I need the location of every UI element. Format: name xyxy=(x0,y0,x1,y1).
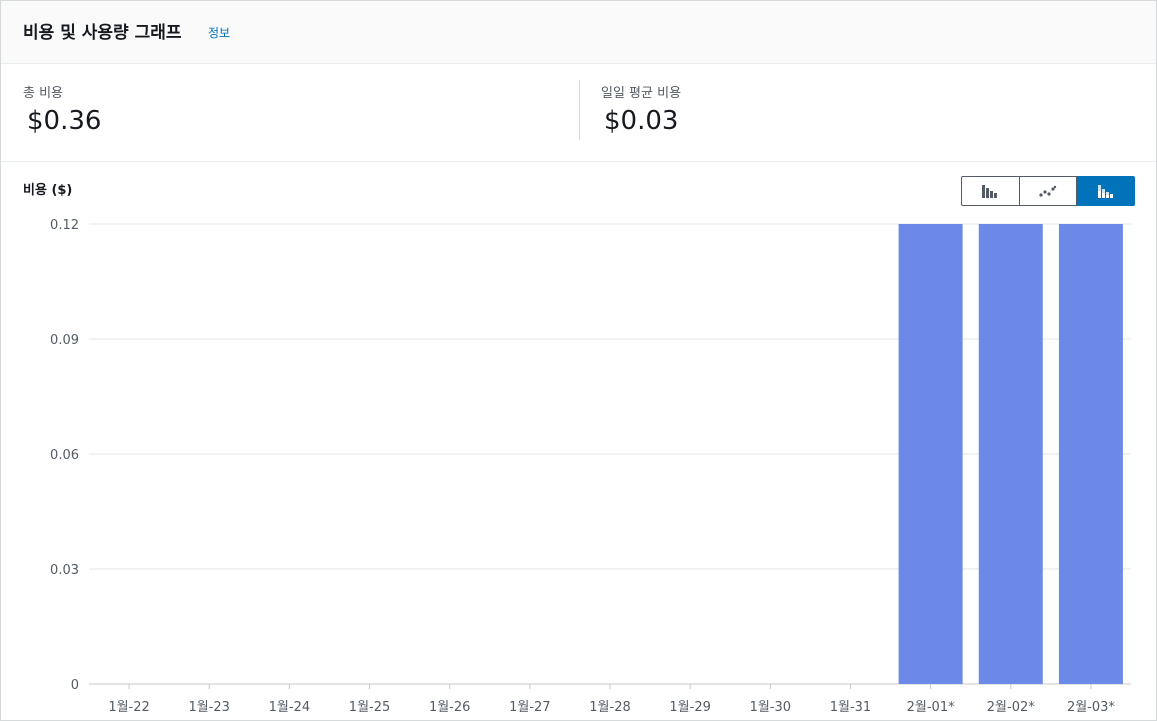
x-tick-label: 1월-29 xyxy=(669,700,710,715)
line-chart-button[interactable] xyxy=(1019,176,1078,206)
x-tick-label: 1월-22 xyxy=(108,700,149,715)
x-tick-label: 1월-26 xyxy=(429,700,470,715)
chart-type-toggle xyxy=(961,176,1136,208)
stacked-bar-chart-icon xyxy=(1097,185,1113,198)
x-tick-label: 1월-31 xyxy=(830,700,871,715)
stacked-bar-chart-button[interactable] xyxy=(1077,176,1136,206)
metric-divider xyxy=(579,80,580,140)
cost-summary: 총 비용 $0.36 일일 평균 비용 $0.03 xyxy=(1,64,1156,162)
x-tick-label: 1월-24 xyxy=(269,700,310,715)
total-cost-value: $0.36 xyxy=(27,106,102,136)
y-tick-label: 0.06 xyxy=(50,448,79,463)
y-tick-label: 0.03 xyxy=(50,563,79,578)
x-tick-label: 1월-28 xyxy=(589,700,630,715)
bar-chart-icon xyxy=(982,185,998,198)
cost-bar[interactable] xyxy=(1058,224,1123,684)
y-tick-label: 0 xyxy=(71,678,79,693)
cost-bar[interactable] xyxy=(978,224,1043,684)
daily-avg-cost-label: 일일 평균 비용 xyxy=(601,86,682,101)
panel-title: 비용 및 사용량 그래프 xyxy=(23,23,182,43)
line-chart-icon xyxy=(1039,185,1057,197)
x-tick-label: 1월-27 xyxy=(509,700,550,715)
x-tick-label: 1월-30 xyxy=(750,700,791,715)
info-link[interactable]: 정보 xyxy=(208,24,230,41)
y-axis-title: 비용 ($) xyxy=(23,183,73,198)
bar-chart-button[interactable] xyxy=(961,176,1020,206)
daily-avg-cost-value: $0.03 xyxy=(604,106,679,136)
x-tick-label: 1월-25 xyxy=(349,700,390,715)
x-tick-label: 2월-02* xyxy=(987,700,1035,715)
total-cost-label: 총 비용 xyxy=(23,86,64,101)
panel-header: 비용 및 사용량 그래프 정보 xyxy=(1,1,1156,64)
x-tick-label: 2월-01* xyxy=(907,700,955,715)
y-tick-label: 0.12 xyxy=(50,218,79,233)
cost-usage-panel: 비용 및 사용량 그래프 정보 총 비용 $0.36 일일 평균 비용 $0.0… xyxy=(0,0,1157,721)
cost-bar-chart: 0 0.03 0.06 0.09 0.12 1월-22 1월-23 1월-24 1월-25 1월-… xyxy=(50,218,1131,715)
x-tick-label: 2월-03* xyxy=(1067,700,1115,715)
x-tick-label: 1월-23 xyxy=(188,700,229,715)
y-tick-label: 0.09 xyxy=(50,333,79,348)
cost-bar[interactable] xyxy=(898,224,963,684)
